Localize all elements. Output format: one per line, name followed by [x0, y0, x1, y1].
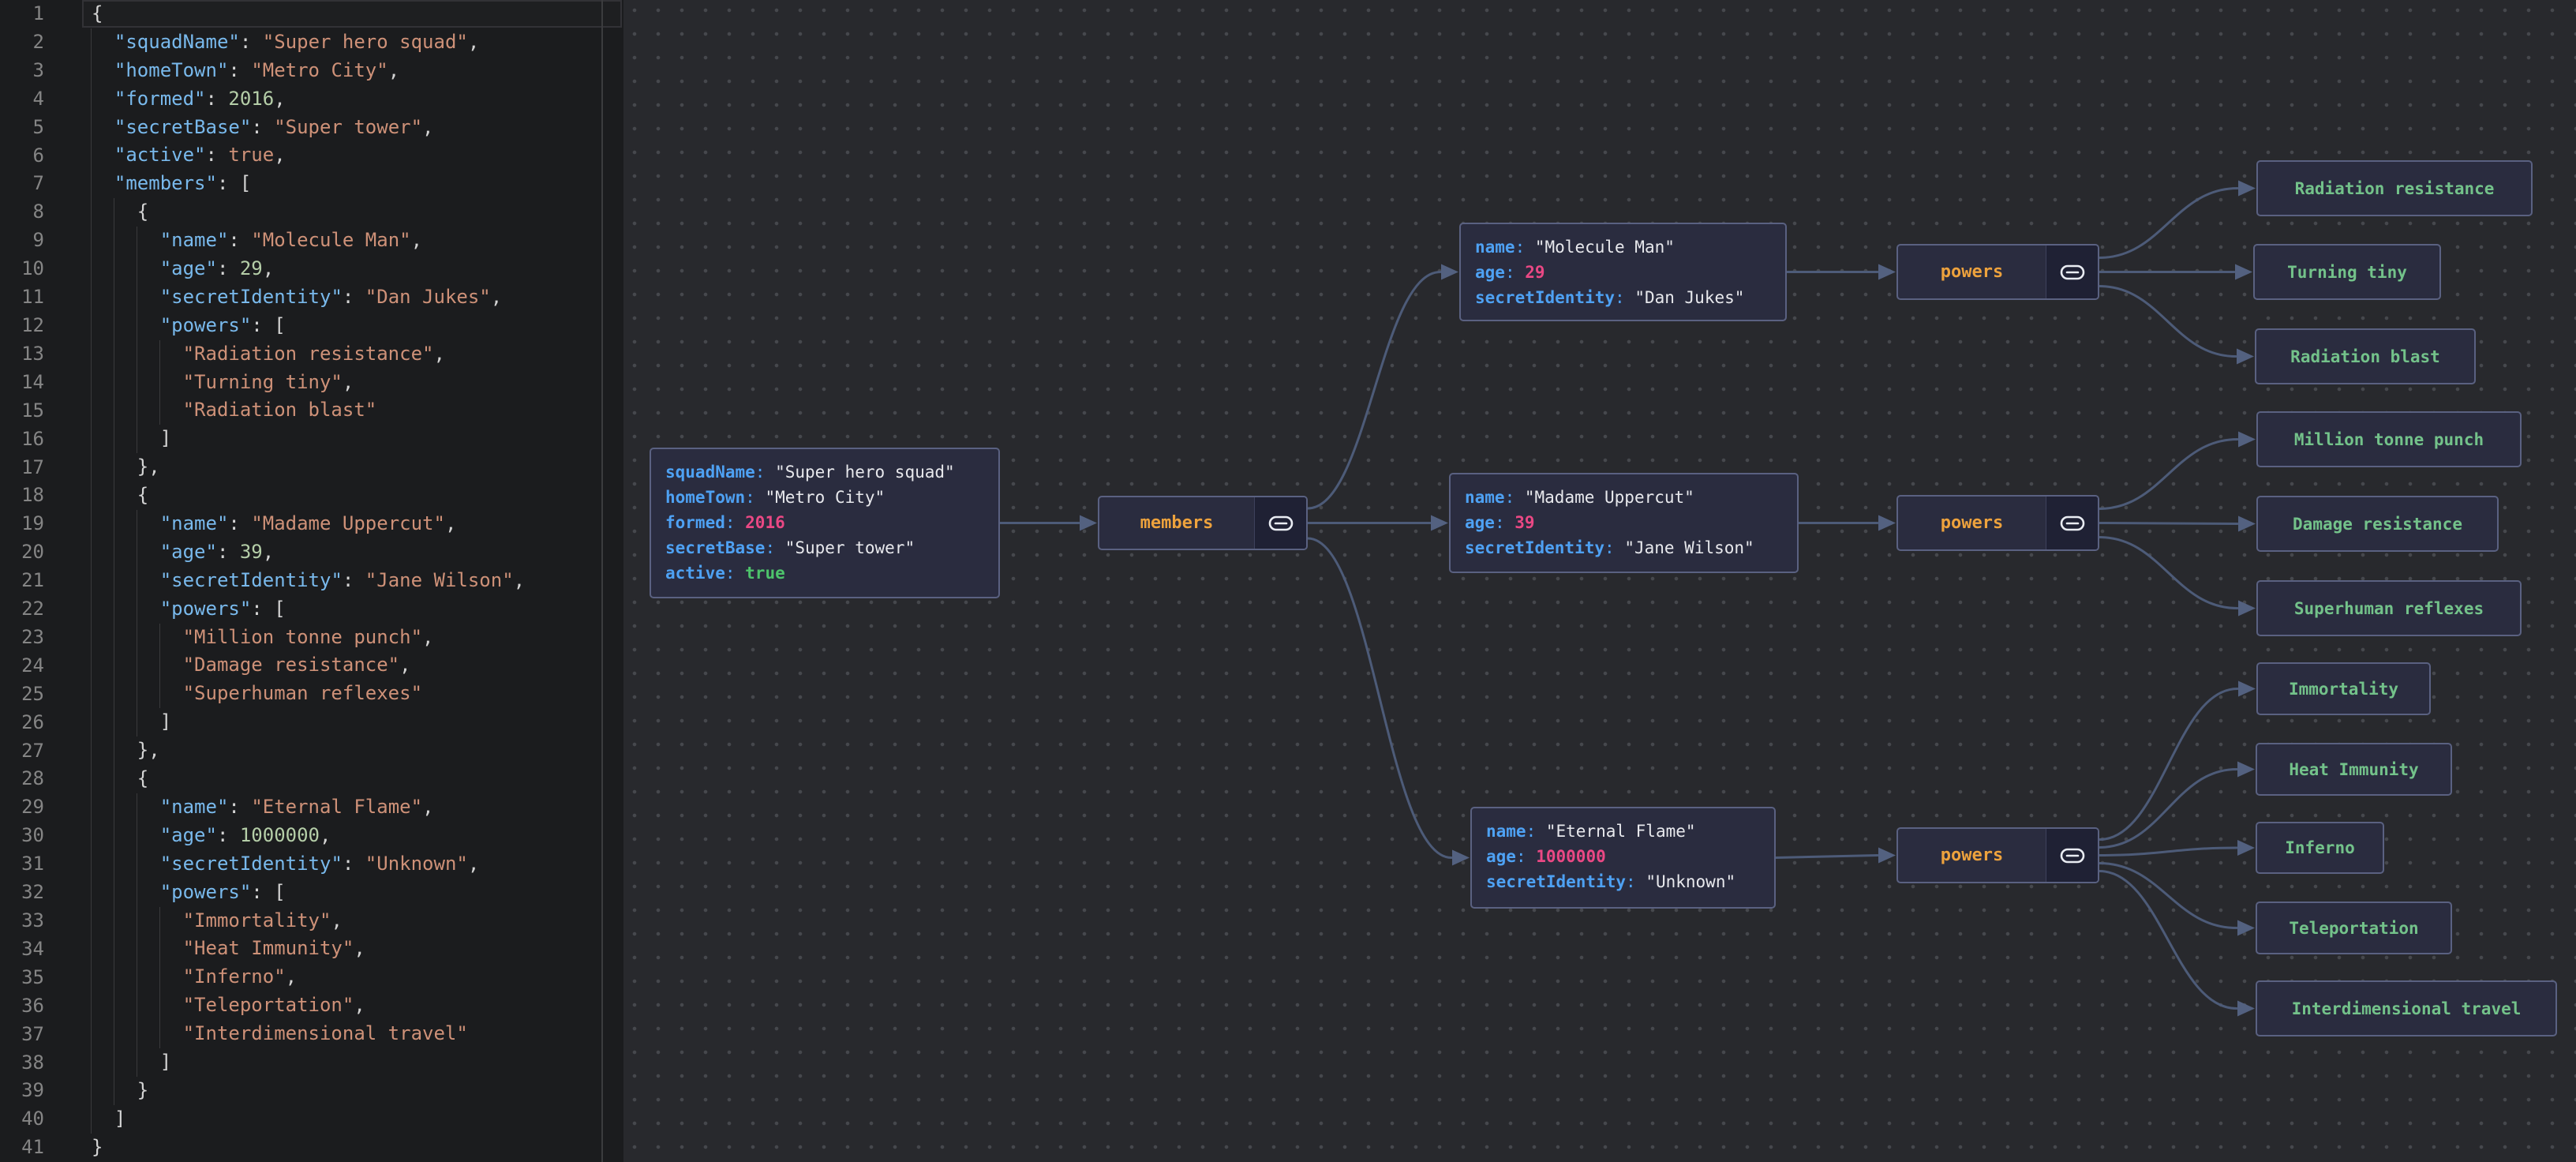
node-field: squadName: "Super hero squad" [665, 463, 955, 482]
link-icon[interactable] [2046, 829, 2098, 882]
node-field: secretIdentity: "Unknown" [1486, 872, 1736, 891]
node-power-leaf[interactable]: Superhuman reflexes [2256, 580, 2522, 636]
node-label: powers [1940, 845, 2004, 865]
node-powers-array[interactable]: powers [1896, 244, 2099, 300]
node-field: secretIdentity: "Jane Wilson" [1465, 538, 1754, 557]
link-icon[interactable] [2046, 246, 2098, 298]
node-field: active: true [665, 564, 785, 583]
node-label: powers [1940, 513, 2004, 533]
node-member[interactable]: name: "Molecule Man" age: 29 secretIdentit… [1459, 223, 1787, 321]
link-icon[interactable] [1254, 497, 1306, 549]
node-power-leaf[interactable]: Turning tiny [2253, 244, 2441, 300]
node-member[interactable]: name: "Madame Uppercut" age: 39 secretIden… [1449, 473, 1799, 573]
node-power-leaf[interactable]: Radiation resistance [2256, 160, 2533, 216]
node-power-leaf[interactable]: Interdimensional travel [2256, 980, 2557, 1036]
node-power-leaf[interactable]: Radiation blast [2255, 328, 2476, 384]
node-power-leaf[interactable]: Heat Immunity [2256, 743, 2452, 796]
node-field: age: 39 [1465, 513, 1535, 532]
node-member[interactable]: name: "Eternal Flame" age: 1000000 secretI… [1470, 807, 1776, 909]
node-field: name: "Eternal Flame" [1486, 822, 1696, 841]
node-powers-array[interactable]: powers [1896, 495, 2099, 551]
node-field: formed: 2016 [665, 513, 785, 532]
link-icon[interactable] [2046, 497, 2098, 549]
node-powers-array[interactable]: powers [1896, 827, 2099, 883]
node-root[interactable]: squadName: "Super hero squad" homeTown: "… [650, 448, 1000, 598]
graph-stage: members squadName: "Super hero squad" hom… [0, 0, 2576, 1162]
node-label: members [1140, 513, 1214, 533]
graph-edges [0, 0, 2576, 1162]
node-field: name: "Madame Uppercut" [1465, 488, 1694, 507]
node-members-array[interactable]: members [1098, 496, 1308, 550]
node-field: name: "Molecule Man" [1475, 238, 1675, 257]
node-label: powers [1940, 262, 2004, 282]
node-field: homeTown: "Metro City" [665, 488, 886, 507]
node-power-leaf[interactable]: Inferno [2256, 822, 2384, 874]
node-field: age: 1000000 [1486, 847, 1606, 866]
node-field: age: 29 [1475, 263, 1545, 282]
node-power-leaf[interactable]: Teleportation [2256, 901, 2452, 954]
node-power-leaf[interactable]: Damage resistance [2256, 496, 2499, 552]
node-power-leaf[interactable]: Immortality [2256, 662, 2431, 715]
node-field: secretBase: "Super tower" [665, 538, 915, 557]
node-power-leaf[interactable]: Million tonne punch [2256, 411, 2522, 467]
node-field: secretIdentity: "Dan Jukes" [1475, 288, 1745, 307]
